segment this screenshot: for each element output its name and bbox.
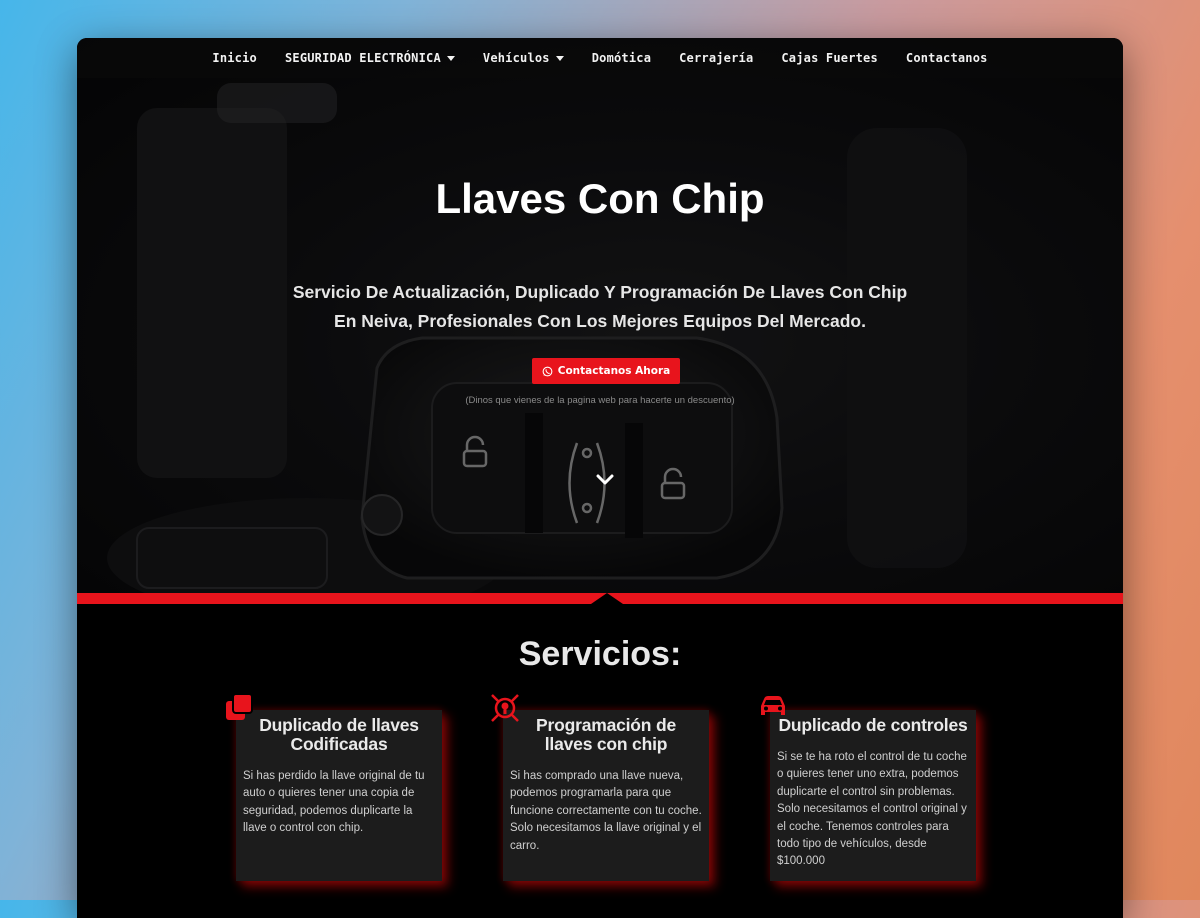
- divider-notch: [591, 593, 623, 604]
- service-card-body: Si has comprado una llave nueva, podemos…: [510, 770, 702, 852]
- chevron-down-icon[interactable]: [596, 474, 614, 486]
- car-icon: [761, 696, 785, 715]
- nav-item-cajas-fuertes[interactable]: Cajas Fuertes: [781, 51, 878, 65]
- nav-item-inicio[interactable]: Inicio: [212, 51, 257, 65]
- nav-item-vehiculos[interactable]: Vehículos: [483, 51, 564, 65]
- service-card-duplicado-llaves: Duplicado de llaves Codificadas Si has p…: [236, 710, 442, 881]
- chevron-down-icon: [555, 55, 564, 61]
- service-card-programacion: Programación de llaves con chip Si has c…: [503, 710, 709, 881]
- service-card-body: Si se te ha roto el control de tu coche …: [777, 751, 967, 868]
- main-nav: Inicio SEGURIDAD ELECTRÓNICA Vehículos D…: [77, 38, 1123, 78]
- service-card-title: Duplicado de llaves Codificadas: [259, 715, 419, 754]
- browser-window: Inicio SEGURIDAD ELECTRÓNICA Vehículos D…: [77, 38, 1123, 918]
- service-card-title: Programación de llaves con chip: [536, 715, 676, 754]
- nav-item-cerrajeria[interactable]: Cerrajería: [679, 51, 753, 65]
- copy-icon: [226, 693, 253, 720]
- service-card-body: Si has perdido la llave original de tu a…: [243, 770, 425, 835]
- nav-item-contactanos[interactable]: Contactanos: [906, 51, 988, 65]
- nav-item-domotica[interactable]: Domótica: [592, 51, 651, 65]
- hero-section: Inicio SEGURIDAD ELECTRÓNICA Vehículos D…: [77, 38, 1123, 593]
- service-card-title: Duplicado de controles: [778, 715, 968, 735]
- chip-target-icon: [491, 694, 519, 722]
- discount-note: (Dinos que vienes de la pagina web para …: [465, 395, 735, 406]
- contact-now-button[interactable]: Contactanos Ahora: [532, 358, 680, 384]
- chevron-down-icon: [446, 55, 455, 61]
- service-card-duplicado-controles: Duplicado de controles Si se te ha roto …: [770, 710, 976, 881]
- services-title: Servicios:: [518, 635, 682, 673]
- hero-subtitle: Servicio De Actualización, Duplicado Y P…: [292, 282, 908, 331]
- nav-item-seguridad-electronica[interactable]: SEGURIDAD ELECTRÓNICA: [285, 51, 455, 65]
- whatsapp-icon: [542, 366, 553, 376]
- contact-now-label: Contactanos Ahora: [557, 365, 671, 377]
- hero-title: Llaves Con Chip: [435, 175, 765, 222]
